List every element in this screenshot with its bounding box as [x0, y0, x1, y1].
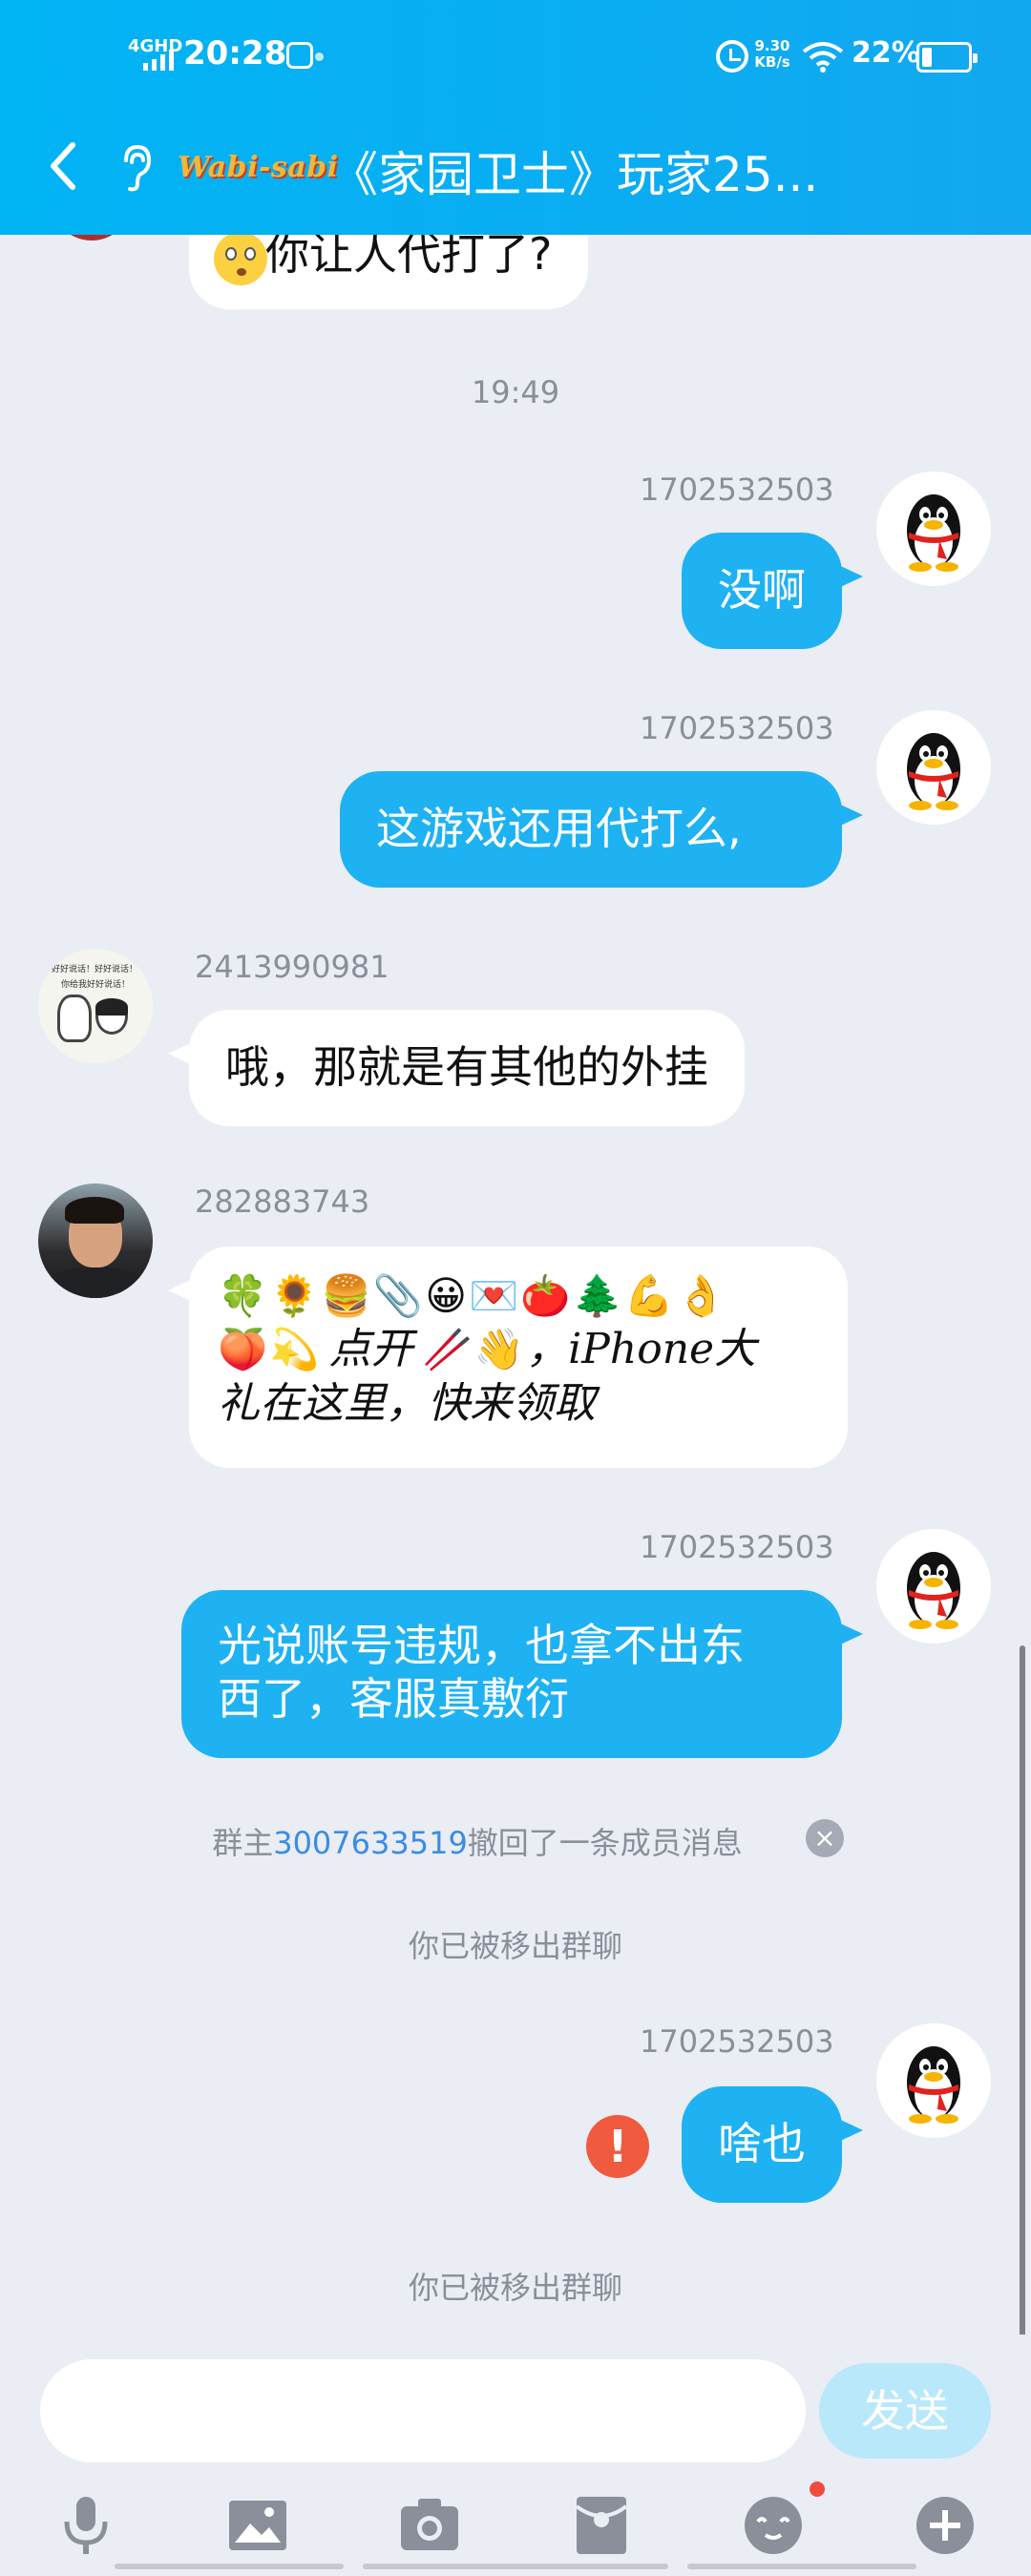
avatar[interactable] [38, 1183, 153, 1298]
app-notification-icon [286, 42, 313, 69]
avatar[interactable] [876, 471, 991, 586]
group-logo: Wabi-sabi [178, 151, 339, 184]
message-text: 这游戏还用代打么, [376, 803, 742, 854]
message-bubble[interactable]: 光说账号违规，也拿不出东 西了，客服真敷衍 [181, 1590, 842, 1758]
microphone-icon [64, 2497, 108, 2554]
message-bubble[interactable]: 哦，那就是有其他的外挂 [189, 1010, 745, 1126]
plus-icon [916, 2497, 974, 2554]
close-icon[interactable]: × [806, 1819, 844, 1857]
network-speed: 9.30 KB/s [754, 37, 790, 71]
sender-id: 1702532503 [640, 1529, 834, 1565]
notification-dot-icon [315, 52, 324, 61]
voice-button[interactable] [48, 2487, 124, 2564]
image-button[interactable] [220, 2487, 296, 2564]
avatar[interactable] [876, 710, 991, 825]
emoji: 😀 [425, 1272, 467, 1319]
emoji: 🍑 [218, 1326, 268, 1372]
emoji-face-icon [745, 2497, 802, 2554]
qq-penguin-icon [907, 494, 960, 572]
alarm-icon [716, 40, 748, 73]
avatar[interactable] [876, 1529, 991, 1644]
message-text: ，iPhone大 [526, 1325, 757, 1373]
chat-header: 4GHD 20:28 9.30 KB/s 22% Wabi-sabi 《家园卫士… [0, 0, 1031, 235]
red-packet-button[interactable] [563, 2487, 640, 2564]
message-text: 光说账号违规，也拿不出东 [218, 1620, 745, 1671]
cartoon-dog-icon [57, 995, 92, 1042]
back-icon[interactable] [44, 139, 82, 193]
emoji: 🍔 [321, 1272, 371, 1319]
battery-icon [916, 42, 978, 73]
message-bubble[interactable]: 🍀 🌻 🍔 📎 😀 💌 🍅 🌲 💪 👌 🍑 💫 点开 🥢 👋 ，iPhone大 礼在这里，快来领取 [189, 1246, 848, 1468]
emoji: 💪 [623, 1272, 675, 1319]
message-bubble[interactable]: 这游戏还用代打么, [340, 771, 842, 888]
cartoon-person-icon [95, 998, 128, 1035]
send-button[interactable]: 发送 [819, 2363, 991, 2459]
emoji: 🍀 [218, 1272, 268, 1319]
emoji: 🌻 [269, 1272, 320, 1319]
more-button[interactable] [907, 2487, 983, 2564]
send-failed-icon[interactable]: ! [586, 2115, 649, 2178]
camera-icon [401, 2499, 458, 2550]
message-text: 点开 [328, 1325, 413, 1373]
gesture-bar [0, 2564, 1031, 2569]
clock: 20:28 [183, 34, 287, 73]
camera-button[interactable] [391, 2487, 468, 2564]
sender-id: 282883743 [195, 1183, 370, 1220]
owner-link[interactable]: 3007633519 [273, 1825, 468, 1861]
message-bubble[interactable]: 没啊 [682, 533, 842, 649]
notification-dot-icon [810, 2482, 825, 2497]
system-notice: 你已被移出群聊 [408, 1928, 622, 1964]
system-notice: 你已被移出群聊 [408, 2270, 622, 2306]
image-icon [229, 2501, 286, 2550]
emoji: 📎 [372, 1272, 424, 1319]
sender-id: 1702532503 [640, 710, 834, 746]
emoji-line: 🍀 🌻 🍔 📎 😀 💌 🍅 🌲 💪 👌 [218, 1269, 819, 1323]
message-text: 啥也 [718, 2118, 806, 2169]
message-text: 没啊 [718, 564, 806, 616]
emoji: 🍅 [520, 1272, 571, 1319]
sender-id: 2413990981 [195, 949, 389, 985]
emoji: 💌 [468, 1272, 519, 1319]
message-text: 礼在这里，快来领取 [218, 1379, 596, 1428]
status-bar: 4GHD 20:28 9.30 KB/s 22% [0, 0, 1031, 115]
emoji-button[interactable] [735, 2487, 811, 2564]
emoji: 👌 [676, 1272, 726, 1319]
qq-penguin-icon [907, 733, 960, 810]
timestamp: 19:49 [471, 374, 560, 410]
emoji-line: 🍑 💫 点开 🥢 👋 ，iPhone大 [218, 1323, 819, 1376]
qq-penguin-icon [907, 1552, 960, 1629]
message-input[interactable] [40, 2359, 806, 2462]
emoji: 🌲 [572, 1272, 622, 1319]
qq-penguin-icon [907, 2046, 960, 2124]
message-text: 哦，那就是有其他的外挂 [225, 1041, 708, 1093]
ear-icon[interactable] [113, 141, 158, 195]
sender-id: 1702532503 [640, 471, 834, 508]
emoji: 💫 [269, 1326, 320, 1372]
signal-icon [143, 50, 174, 71]
recall-notice: 群主3007633519撤回了一条成员消息 [212, 1825, 743, 1861]
message-text: 你让人代打了? [265, 228, 553, 280]
message-text: 西了，客服真敷衍 [218, 1673, 569, 1725]
group-title[interactable]: 《家园卫士》玩家25... [330, 136, 818, 205]
message-bubble[interactable]: 啥也 [682, 2086, 842, 2203]
red-packet-icon [575, 2497, 628, 2554]
input-bar: 发送 [0, 2335, 1031, 2576]
avatar[interactable]: 好好说话！好好说话！ 你给我好好说话！ [38, 949, 153, 1063]
sender-id: 1702532503 [640, 2023, 834, 2060]
avatar[interactable] [876, 2023, 991, 2138]
confused-emoji-icon [214, 232, 267, 285]
wifi-icon [802, 42, 844, 73]
battery-percent: 22% [852, 36, 920, 70]
